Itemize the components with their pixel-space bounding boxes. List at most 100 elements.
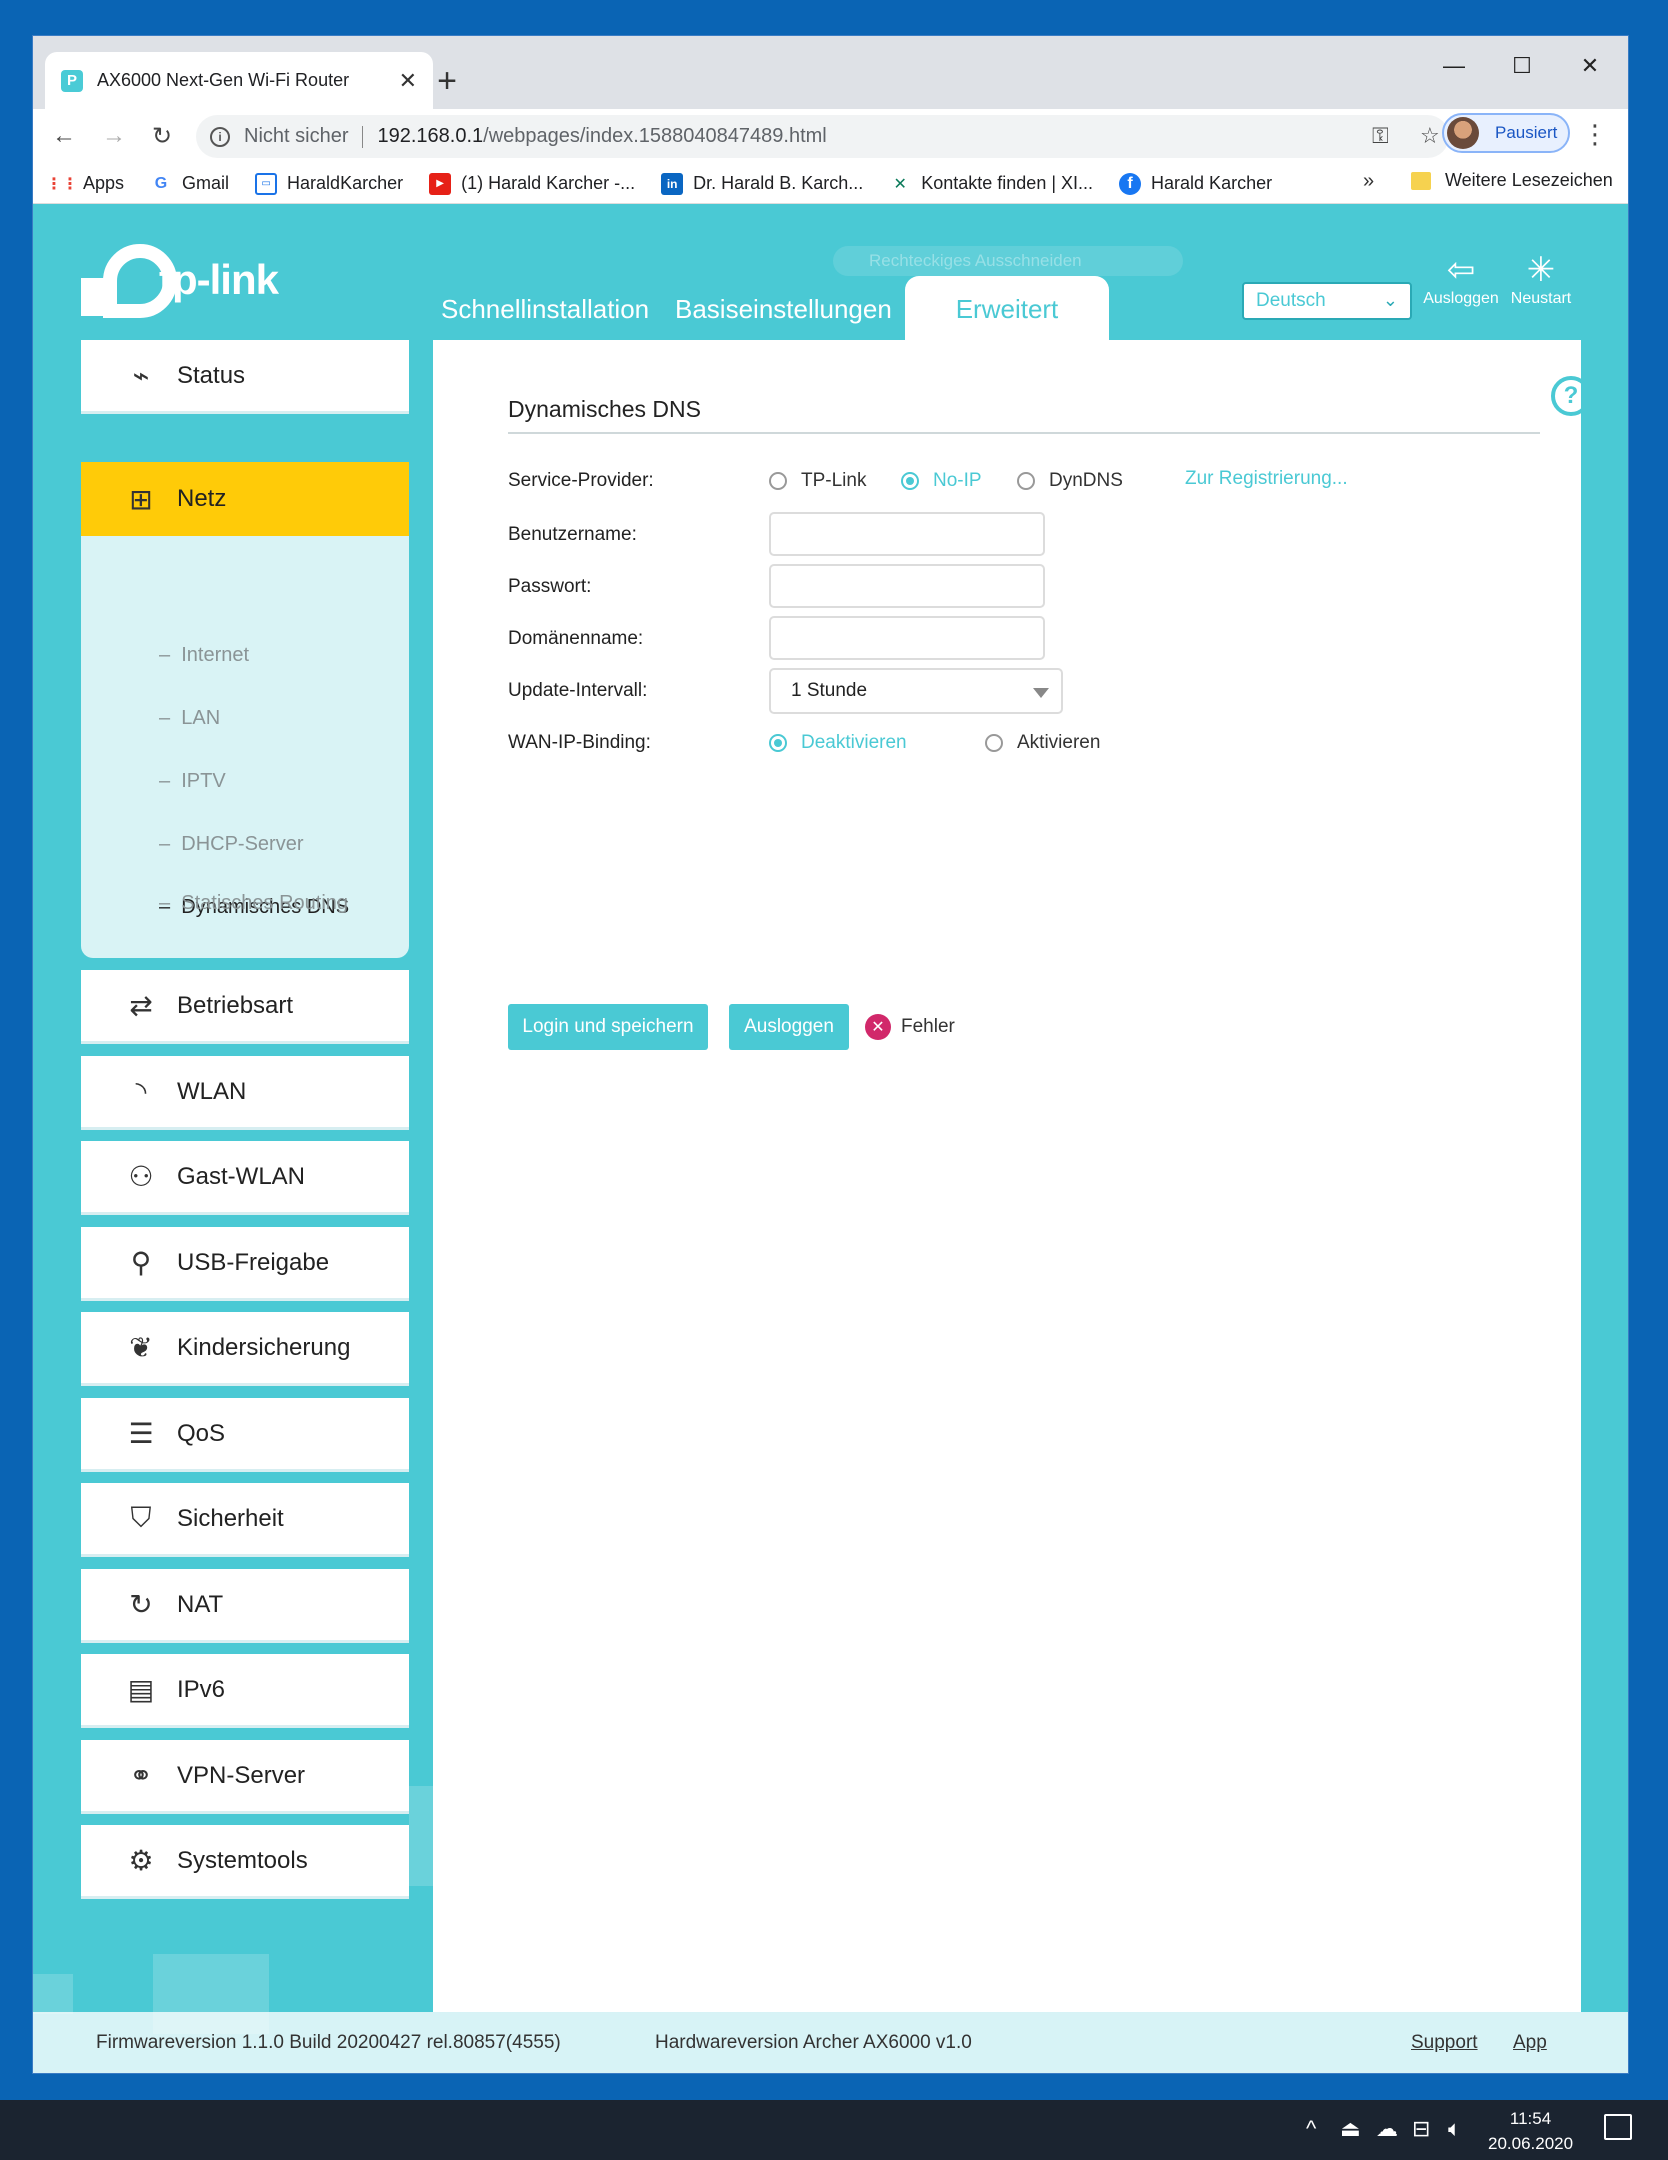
nav-advanced[interactable]: Erweitert xyxy=(905,276,1109,342)
help-icon[interactable]: ? xyxy=(1551,376,1591,416)
password-input[interactable] xyxy=(769,564,1045,608)
bookmark-facebook[interactable]: f Harald Karcher xyxy=(1119,172,1272,195)
submenu-item-internet[interactable]: – Internet xyxy=(159,644,249,667)
profile-status: Pausiert xyxy=(1495,123,1558,142)
binding-radio-enable[interactable]: Aktivieren xyxy=(985,732,1100,754)
maximize-icon[interactable]: ☐ xyxy=(1489,46,1555,86)
network-tray-icon[interactable]: ⊟ xyxy=(1412,2116,1430,2142)
chevron-down-icon: ⌄ xyxy=(1382,290,1398,310)
submenu-item-lan[interactable]: – LAN xyxy=(159,707,220,730)
support-link[interactable]: Support xyxy=(1411,2032,1478,2054)
provider-radio-noip[interactable]: No-IP xyxy=(901,470,982,492)
forward-icon[interactable]: → xyxy=(97,119,131,153)
bookmark-xing[interactable]: ✕ Kontakte finden | XI... xyxy=(889,173,1094,195)
browser-window: P AX6000 Next-Gen Wi-Fi Router ✕ + — ☐ ✕… xyxy=(33,36,1628,2073)
logout-header-button[interactable]: ⇦ Ausloggen xyxy=(1421,250,1501,308)
ipv6-icon: ▤ xyxy=(127,1674,155,1705)
back-icon[interactable]: ← xyxy=(47,119,81,153)
provider-radio-dyndns[interactable]: DynDNS xyxy=(1017,470,1123,492)
restart-icon: ✳ xyxy=(1526,251,1556,289)
bookmark-linkedin[interactable]: in Dr. Harald B. Karch... xyxy=(661,172,863,195)
interval-label: Update-Intervall: xyxy=(508,680,648,701)
bookmark-youtube[interactable]: ▶ (1) Harald Karcher -... xyxy=(429,172,635,195)
sidebar-item-ipv6[interactable]: ▤ IPv6 xyxy=(81,1654,409,1728)
new-tab-button[interactable]: + xyxy=(423,58,471,104)
username-input[interactable] xyxy=(769,512,1045,556)
sidebar-item-wlan[interactable]: ◝ WLAN xyxy=(81,1056,409,1130)
decor-shape xyxy=(409,1786,433,1826)
sidebar-item-kindersicherung[interactable]: ❦ Kindersicherung xyxy=(81,1312,409,1386)
tplink-favicon-icon: P xyxy=(61,69,83,92)
sidebar-item-usb[interactable]: ⚲ USB-Freigabe xyxy=(81,1227,409,1301)
bookmarks-bar: ⋮⋮ Apps G Gmail ▭ HaraldKarcher ▶ (1) Harald… xyxy=(33,164,1628,204)
clock-date: 20.06.2020 xyxy=(1488,2134,1574,2153)
youtube-icon: ▶ xyxy=(429,172,452,195)
title-divider xyxy=(508,432,1540,434)
domain-label: Domänenname: xyxy=(508,628,644,649)
hardware-version: Hardwareversion Archer AX6000 v1.0 xyxy=(655,2031,972,2053)
parental-control-icon: ❦ xyxy=(129,1332,153,1363)
interval-select[interactable]: 1 Stunde xyxy=(769,668,1063,714)
sidebar-item-netz[interactable]: ⊞ Netz xyxy=(81,462,409,536)
submenu-item-routing[interactable]: – Statisches Routing xyxy=(159,892,348,915)
sidebar-item-gast-wlan[interactable]: ⚇ Gast-WLAN xyxy=(81,1141,409,1215)
logout-button[interactable]: Ausloggen xyxy=(729,1004,849,1050)
error-icon: ✕ xyxy=(865,1014,891,1040)
language-select[interactable]: Deutsch ⌄ xyxy=(1242,282,1412,320)
browser-tab[interactable]: P AX6000 Next-Gen Wi-Fi Router ✕ xyxy=(45,52,433,109)
nav-basic[interactable]: Basiseinstellungen xyxy=(675,276,892,342)
reload-icon[interactable]: ↻ xyxy=(145,119,179,153)
profile-button[interactable]: Pausiert xyxy=(1442,113,1570,153)
logout-icon: ⇦ xyxy=(1446,251,1476,289)
bookmark-gmail[interactable]: G Gmail xyxy=(150,173,229,195)
chevron-up-icon[interactable]: ^ xyxy=(1306,2116,1316,2142)
snip-overlay-hint: Rechteckiges Ausschneiden xyxy=(833,246,1183,276)
cloud-icon[interactable]: ☁ xyxy=(1376,2116,1398,2142)
firmware-version: Firmwareversion 1.1.0 Build 20200427 rel… xyxy=(96,2031,561,2053)
sidebar-item-systemtools[interactable]: ⚙ Systemtools xyxy=(81,1825,409,1899)
bookmarks-overflow-icon[interactable]: » xyxy=(1363,170,1374,193)
address-bar[interactable]: i Nicht sicher 192.168.0.1 /webpages/ind… xyxy=(196,115,1449,158)
submenu-item-iptv[interactable]: – IPTV xyxy=(159,770,226,793)
tplink-logo[interactable]: tp-link xyxy=(81,244,279,318)
content-panel: Dynamisches DNS ? Service-Provider: TP-L… xyxy=(433,340,1591,2012)
window-close-icon[interactable]: ✕ xyxy=(1557,46,1623,86)
bookmark-apps[interactable]: ⋮⋮ Apps xyxy=(46,173,124,195)
notification-icon[interactable] xyxy=(1604,2114,1632,2140)
usb-eject-icon[interactable]: ⏏ xyxy=(1340,2116,1361,2142)
tab-close-icon[interactable]: ✕ xyxy=(399,68,417,94)
usb-icon: ⚲ xyxy=(130,1247,152,1278)
sidebar-item-betriebsart[interactable]: ⇄ Betriebsart xyxy=(81,970,409,1044)
minimize-icon[interactable]: — xyxy=(1421,46,1487,86)
provider-radio-tplink[interactable]: TP-Link xyxy=(769,470,866,492)
submenu-item-dhcp[interactable]: – DHCP-Server xyxy=(159,833,304,856)
bookmark-haraldkarcher[interactable]: ▭ HaraldKarcher xyxy=(255,172,403,195)
domain-input[interactable] xyxy=(769,616,1045,660)
nav-quick-setup[interactable]: Schnellinstallation xyxy=(441,276,649,342)
restart-header-button[interactable]: ✳ Neustart xyxy=(1501,250,1581,308)
sidebar-item-qos[interactable]: ☰ QoS xyxy=(81,1398,409,1472)
decor-shape xyxy=(33,1974,73,2014)
login-save-button[interactable]: Login und speichern xyxy=(508,1004,708,1050)
info-icon[interactable]: i xyxy=(210,126,230,147)
page-footer: Firmwareversion 1.1.0 Build 20200427 rel… xyxy=(33,2012,1628,2073)
status-text: Fehler xyxy=(901,1016,955,1037)
facebook-icon: f xyxy=(1119,172,1142,195)
taskbar: ^ ⏏ ☁ ⊟ 🔈︎ 11:54 20.06.2020 xyxy=(0,2100,1668,2160)
folder-icon xyxy=(1411,171,1431,190)
app-link[interactable]: App xyxy=(1513,2032,1547,2054)
sidebar-item-nat[interactable]: ↻ NAT xyxy=(81,1569,409,1643)
star-icon[interactable]: ☆ xyxy=(1420,123,1440,149)
sidebar-item-status[interactable]: ⌁ Status xyxy=(81,340,409,414)
register-link[interactable]: Zur Registrierung... xyxy=(1185,468,1348,490)
binding-radio-disable[interactable]: Deaktivieren xyxy=(769,732,907,754)
sidebar-item-sicherheit[interactable]: ⛉ Sicherheit xyxy=(81,1483,409,1557)
sidebar-item-vpn[interactable]: ⚭ VPN-Server xyxy=(81,1740,409,1814)
more-menu-icon[interactable]: ⋮ xyxy=(1582,119,1608,150)
username-label: Benutzername: xyxy=(508,524,637,545)
volume-icon[interactable]: 🔈︎ xyxy=(1448,2116,1461,2142)
system-clock[interactable]: 11:54 20.06.2020 xyxy=(1488,2106,1573,2156)
radio-icon xyxy=(769,472,787,490)
key-icon[interactable]: ⚿ xyxy=(1372,123,1389,149)
bookmark-folder-more[interactable]: Weitere Lesezeichen xyxy=(1411,170,1613,191)
